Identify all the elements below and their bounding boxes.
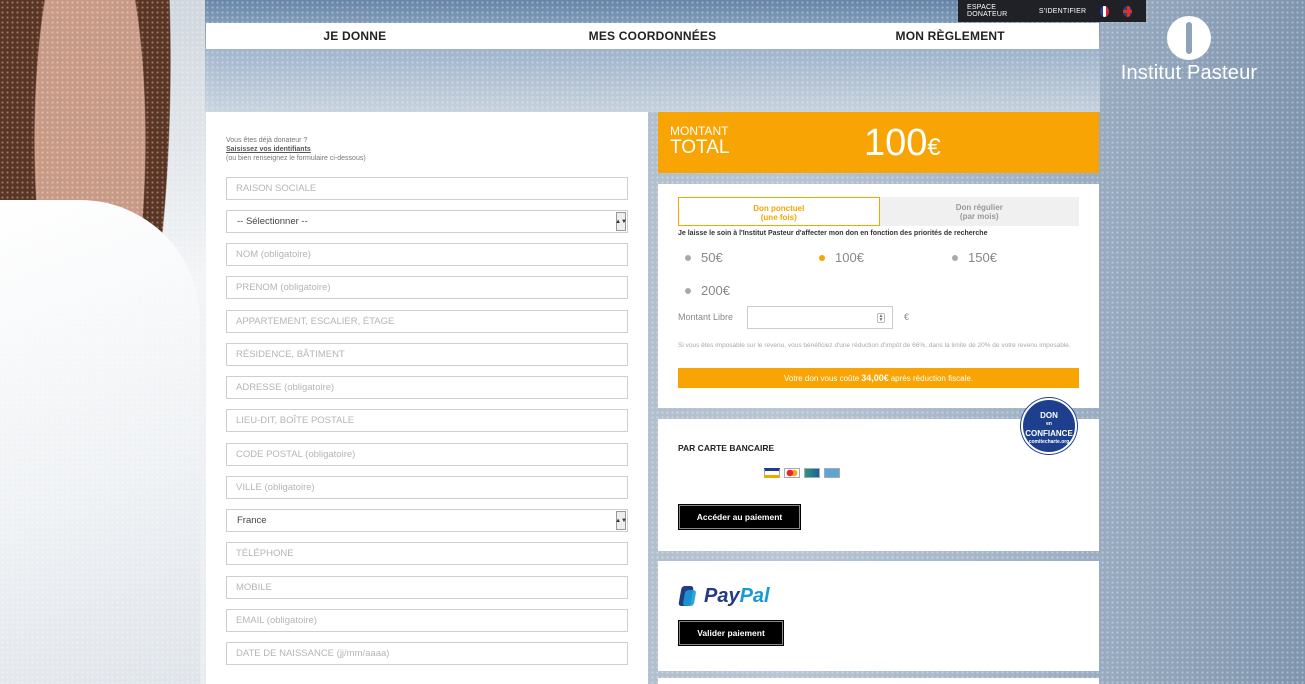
card-pay-button[interactable]: Accéder au paiement: [678, 504, 801, 530]
card-payment-title: PAR CARTE BANCAIRE: [678, 443, 775, 453]
amount-option-label: 100€: [835, 250, 864, 265]
total-amount-box: MONTANT TOTAL 100€: [658, 112, 1099, 173]
amex-icon: [824, 468, 840, 478]
don-regulier-sub: (par mois): [959, 212, 999, 221]
telephone-input[interactable]: TÉLÉPHONE: [226, 542, 628, 565]
total-amount: 100€: [864, 122, 941, 165]
paypal-wordmark: PayPal: [704, 585, 770, 608]
country-select-value: France: [237, 515, 267, 526]
tab-mes-coordonnees[interactable]: MES COORDONNÉES: [504, 23, 802, 49]
paypal-icon: [678, 586, 696, 608]
donation-type-tabs: Don ponctuel (une fois) Don régulier (pa…: [678, 197, 1079, 226]
next-section-box: [658, 678, 1099, 684]
tax-cost-pre: Votre don vous coûte: [784, 373, 860, 383]
paypal-payment-box: PayPal Valider paiement: [658, 561, 1099, 671]
step-tabs: JE DONNE MES COORDONNÉES MON RÈGLEMENT: [206, 23, 1099, 49]
logo-text: Institut Pasteur: [1120, 62, 1258, 84]
tab-je-donne[interactable]: JE DONNE: [206, 23, 504, 49]
carte-bleue-icon: [804, 468, 820, 478]
civility-select[interactable]: -- Sélectionner -- ▲▼: [226, 210, 628, 233]
mobile-input[interactable]: MOBILE: [226, 576, 628, 599]
radio-dot-icon: [685, 254, 691, 261]
tax-cost-post: après réduction fiscale.: [890, 373, 973, 383]
institut-pasteur-logo[interactable]: Institut Pasteur: [1109, 16, 1269, 86]
select-arrow-icon: ▲▼: [615, 511, 627, 530]
don-regulier-label: Don régulier: [955, 203, 1003, 212]
civility-select-value: -- Sélectionner --: [237, 216, 308, 227]
coordinates-form: Vous êtes déjà donateur ? Saisissez vos …: [206, 112, 648, 684]
email-input[interactable]: EMAIL (obligatoire): [226, 609, 628, 632]
amount-option-label: 50€: [701, 250, 723, 265]
badge-line4: comitecharte.org: [1028, 439, 1070, 445]
radio-dot-icon: [685, 287, 691, 294]
amount-option-label: 150€: [968, 250, 997, 265]
birthdate-input[interactable]: DATE DE NAISSANCE (jj/mm/aaaa): [226, 642, 628, 665]
spinner-icon[interactable]: ▲ ▼: [877, 313, 885, 323]
total-label-total: TOTAL: [670, 137, 730, 158]
paypal-pay-button[interactable]: Valider paiement: [678, 620, 784, 646]
total-amount-value: 100: [864, 122, 928, 164]
pasteur-logo-icon: [1167, 16, 1211, 60]
total-amount-currency: €: [927, 134, 941, 161]
paypal-logo: PayPal: [678, 585, 770, 608]
login-intro: Vous êtes déjà donateur ? Saisissez vos …: [226, 136, 628, 163]
badge-line1: DON: [1040, 411, 1058, 420]
adresse-input[interactable]: ADRESSE (obligatoire): [226, 376, 628, 399]
tab-don-ponctuel[interactable]: Don ponctuel (une fois): [678, 197, 880, 226]
nom-input[interactable]: NOM (obligatoire): [226, 243, 628, 266]
mastercard-icon: [784, 468, 800, 478]
badge-line2: en: [1046, 421, 1052, 427]
don-en-confiance-badge: DON en CONFIANCE comitecharte.org: [1021, 398, 1077, 454]
raison-sociale-input[interactable]: RAISON SOCIALE: [226, 177, 628, 200]
tab-mon-reglement[interactable]: MON RÈGLEMENT: [801, 23, 1099, 49]
montant-libre-label: Montant Libre: [678, 312, 734, 322]
allocation-note: Je laisse le soin à l'Institut Pasteur d…: [678, 230, 988, 237]
code-postal-input[interactable]: CODE POSTAL (obligatoire): [226, 443, 628, 466]
radio-dot-icon: [952, 254, 958, 261]
flag-fr-icon[interactable]: [1100, 5, 1110, 17]
tax-info: Si vous êtes imposable sur le revenu, vo…: [678, 342, 1071, 349]
background-halftone: [0, 0, 1305, 684]
don-ponctuel-sub: (une fois): [760, 213, 797, 222]
lieu-dit-input[interactable]: LIEU-DIT, BOÎTE POSTALE: [226, 409, 628, 432]
badge-line3: CONFIANCE: [1025, 429, 1073, 438]
tax-cost-amount: 34,00€: [861, 373, 889, 383]
appartement-input[interactable]: APPARTEMENT, ESCALIER, ÉTAGE: [226, 310, 628, 333]
visa-icon: [764, 468, 780, 478]
radio-dot-icon: [819, 254, 825, 261]
amount-option-100[interactable]: 100€: [819, 250, 864, 265]
paypal-pay: Pay: [704, 585, 740, 607]
tax-cost-bar: Votre don vous coûte 34,00€ après réduct…: [678, 368, 1079, 388]
amount-option-150[interactable]: 150€: [952, 250, 997, 265]
paypal-pal: Pal: [739, 585, 770, 607]
intro-alternative: (ou bien renseignez le formulaire ci-des…: [226, 155, 366, 162]
montant-libre-input[interactable]: ▲ ▼: [747, 306, 893, 329]
ville-input[interactable]: VILLE (obligatoire): [226, 476, 628, 499]
amount-option-200[interactable]: 200€: [685, 283, 730, 298]
country-select[interactable]: France ▲▼: [226, 509, 628, 532]
intro-question: Vous êtes déjà donateur ?: [226, 137, 308, 144]
amount-option-50[interactable]: 50€: [685, 250, 723, 265]
card-logos: [764, 468, 844, 478]
flag-uk-icon[interactable]: [1123, 5, 1132, 17]
total-label: MONTANT TOTAL: [670, 124, 730, 158]
amount-option-label: 200€: [701, 283, 730, 298]
montant-libre-currency: €: [904, 312, 910, 322]
login-link[interactable]: S'IDENTIFIER: [1039, 8, 1086, 15]
select-arrow-icon: ▲▼: [615, 212, 627, 231]
espace-donateur-link[interactable]: ESPACE DONATEUR: [967, 4, 1025, 18]
donation-options: Don ponctuel (une fois) Don régulier (pa…: [658, 184, 1099, 408]
residence-input[interactable]: RÉSIDENCE, BÂTIMENT: [226, 343, 628, 366]
intro-login-link[interactable]: Saisissez vos identifiants: [226, 145, 628, 154]
total-label-montant: MONTANT: [670, 124, 729, 138]
tab-don-regulier[interactable]: Don régulier (par mois): [879, 197, 1079, 226]
don-ponctuel-label: Don ponctuel: [753, 204, 805, 213]
prenom-input[interactable]: PRENOM (obligatoire): [226, 276, 628, 299]
